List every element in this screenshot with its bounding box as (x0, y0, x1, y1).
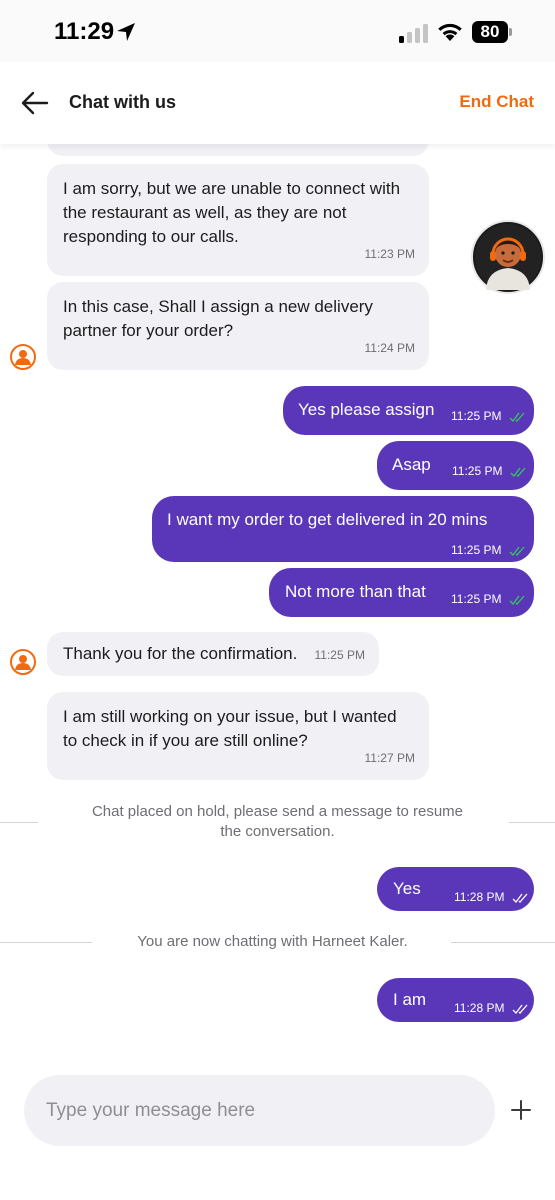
message-outgoing: Not more than that 11:25 PM (269, 568, 534, 617)
page-title: Chat with us (69, 92, 176, 112)
chat-header: Chat with us End Chat (0, 62, 555, 144)
message-time-label: 11:25 PM (451, 409, 502, 423)
battery-tip (509, 28, 512, 36)
message-time: 11:25 PM (451, 587, 525, 611)
wifi-icon (438, 23, 462, 41)
agent-face-icon (475, 224, 541, 290)
location-arrow-icon (117, 23, 135, 41)
message-text: I am still working on your issue, but I … (63, 707, 397, 750)
divider-line (509, 822, 555, 823)
message-composer (24, 1075, 495, 1146)
plus-icon[interactable] (510, 1099, 532, 1121)
message-time: 11:24 PM (364, 341, 415, 355)
message-text: Not more than that (285, 582, 426, 601)
message-text: Asap (392, 455, 431, 474)
status-bar: 11:29 80 (0, 0, 555, 62)
message-time-label: 11:28 PM (454, 1001, 505, 1015)
message-time: 11:25 PM (451, 404, 525, 428)
status-time: 11:29 (54, 18, 115, 45)
agent-avatar-small-icon (10, 344, 36, 370)
divider-line (451, 942, 555, 943)
message-incoming-partial (47, 144, 429, 156)
message-outgoing: Yes 11:28 PM (377, 867, 534, 911)
battery-icon: 80 (472, 21, 512, 43)
message-time: 11:25 PM (452, 459, 526, 483)
signal-icon (399, 24, 428, 43)
back-arrow-icon[interactable] (20, 90, 50, 116)
message-outgoing: Asap 11:25 PM (377, 441, 534, 490)
message-outgoing: Yes please assign 11:25 PM (283, 386, 534, 435)
message-text: Yes please assign (298, 400, 435, 419)
end-chat-button[interactable]: End Chat (459, 92, 534, 112)
message-incoming: I am still working on your issue, but I … (47, 692, 429, 780)
agent-avatar-icon[interactable] (471, 220, 545, 294)
message-incoming: Thank you for the confirmation. 11:25 PM (47, 632, 379, 676)
message-time: 11:25 PM (451, 538, 525, 562)
double-check-icon (512, 1004, 528, 1014)
double-check-icon (510, 467, 526, 477)
message-text: In this case, Shall I assign a new deliv… (63, 297, 373, 340)
message-text: Yes (393, 879, 421, 898)
message-time-label: 11:25 PM (451, 543, 502, 557)
system-message-hold: Chat placed on hold, please send a messa… (91, 803, 464, 840)
message-text: I am sorry, but we are unable to connect… (63, 179, 401, 246)
message-incoming: In this case, Shall I assign a new deliv… (47, 282, 429, 370)
message-time: 11:27 PM (364, 751, 415, 765)
double-check-icon (509, 412, 525, 422)
message-time: 11:28 PM (454, 885, 528, 909)
message-input[interactable] (46, 1093, 476, 1129)
chat-thread: I am sorry, but we are unable to connect… (0, 144, 555, 1056)
message-text: I want my order to get delivered in 20 m… (167, 510, 488, 529)
battery-level: 80 (472, 21, 508, 43)
message-text: I am (393, 990, 427, 1009)
agent-avatar-small-icon (10, 649, 36, 675)
message-outgoing: I want my order to get delivered in 20 m… (152, 496, 534, 562)
message-time-label: 11:28 PM (454, 890, 505, 904)
double-check-icon (509, 546, 525, 556)
double-check-icon (512, 893, 528, 903)
divider-line (0, 942, 92, 943)
system-message-agent-joined: You are now chatting with Harneet Kaler. (137, 933, 408, 950)
message-time: 11:28 PM (454, 996, 528, 1020)
message-outgoing: I am 11:28 PM (377, 978, 534, 1022)
message-time: 11:25 PM (314, 648, 365, 662)
message-time-label: 11:25 PM (451, 592, 502, 606)
divider-line (0, 822, 38, 823)
message-time-label: 11:25 PM (452, 464, 503, 478)
message-time: 11:23 PM (364, 247, 415, 261)
message-incoming: I am sorry, but we are unable to connect… (47, 164, 429, 276)
double-check-icon (509, 595, 525, 605)
message-text: Thank you for the confirmation. (63, 644, 298, 663)
